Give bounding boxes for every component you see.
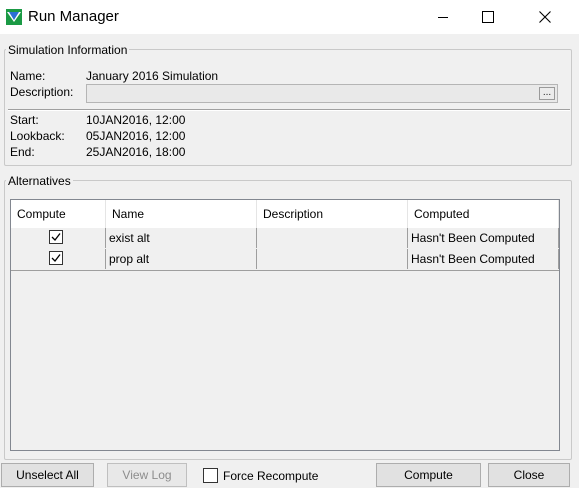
table-row[interactable]: exist alt Hasn't Been Computed: [11, 228, 559, 250]
force-recompute-checkbox[interactable]: [203, 468, 218, 483]
description-browse-button[interactable]: ...: [539, 87, 555, 100]
name-cell[interactable]: prop alt: [106, 249, 257, 269]
compute-checkbox[interactable]: [49, 251, 63, 265]
start-label: Start:: [10, 113, 39, 127]
name-cell[interactable]: exist alt: [106, 228, 257, 248]
compute-cell: [11, 249, 106, 269]
title-bar: Run Manager: [0, 0, 579, 34]
column-header-computed[interactable]: Computed: [408, 200, 559, 228]
minimize-icon: [438, 17, 448, 18]
column-header-name[interactable]: Name: [106, 200, 257, 228]
column-header-compute[interactable]: Compute: [11, 200, 106, 228]
alternatives-table: Compute Name Description Computed exist …: [10, 199, 560, 451]
end-value: 25JAN2016, 18:00: [86, 145, 186, 159]
maximize-button[interactable]: [465, 0, 511, 34]
checkmark-icon: [51, 233, 61, 241]
simulation-info-legend: Simulation Information: [6, 43, 130, 57]
checkmark-icon: [51, 254, 61, 262]
window-title: Run Manager: [28, 8, 119, 25]
compute-cell: [11, 228, 106, 248]
computed-cell: Hasn't Been Computed: [408, 228, 559, 248]
lookback-value: 05JAN2016, 12:00: [86, 129, 186, 143]
compute-checkbox[interactable]: [49, 230, 63, 244]
close-icon: [539, 11, 551, 23]
description-cell[interactable]: [257, 249, 408, 269]
app-icon: [6, 9, 22, 25]
close-button[interactable]: Close: [488, 463, 570, 487]
start-value: 10JAN2016, 12:00: [86, 113, 186, 127]
table-row[interactable]: prop alt Hasn't Been Computed: [11, 249, 559, 271]
force-recompute-label[interactable]: Force Recompute: [223, 469, 318, 483]
column-header-description[interactable]: Description: [257, 200, 408, 228]
info-separator: [8, 109, 570, 111]
table-header: Compute Name Description Computed: [11, 200, 559, 229]
minimize-button[interactable]: [420, 0, 466, 34]
lookback-label: Lookback:: [10, 129, 65, 143]
maximize-icon: [482, 11, 494, 23]
description-field[interactable]: ...: [86, 84, 558, 103]
description-cell[interactable]: [257, 228, 408, 248]
unselect-all-button[interactable]: Unselect All: [1, 463, 94, 487]
close-window-button[interactable]: [522, 0, 568, 34]
computed-cell: Hasn't Been Computed: [408, 249, 559, 269]
end-label: End:: [10, 145, 35, 159]
description-label: Description:: [10, 85, 74, 99]
name-value: January 2016 Simulation: [86, 69, 219, 83]
name-label: Name:: [10, 69, 46, 83]
alternatives-legend: Alternatives: [6, 174, 73, 188]
compute-button[interactable]: Compute: [376, 463, 481, 487]
view-log-button[interactable]: View Log: [107, 463, 187, 487]
